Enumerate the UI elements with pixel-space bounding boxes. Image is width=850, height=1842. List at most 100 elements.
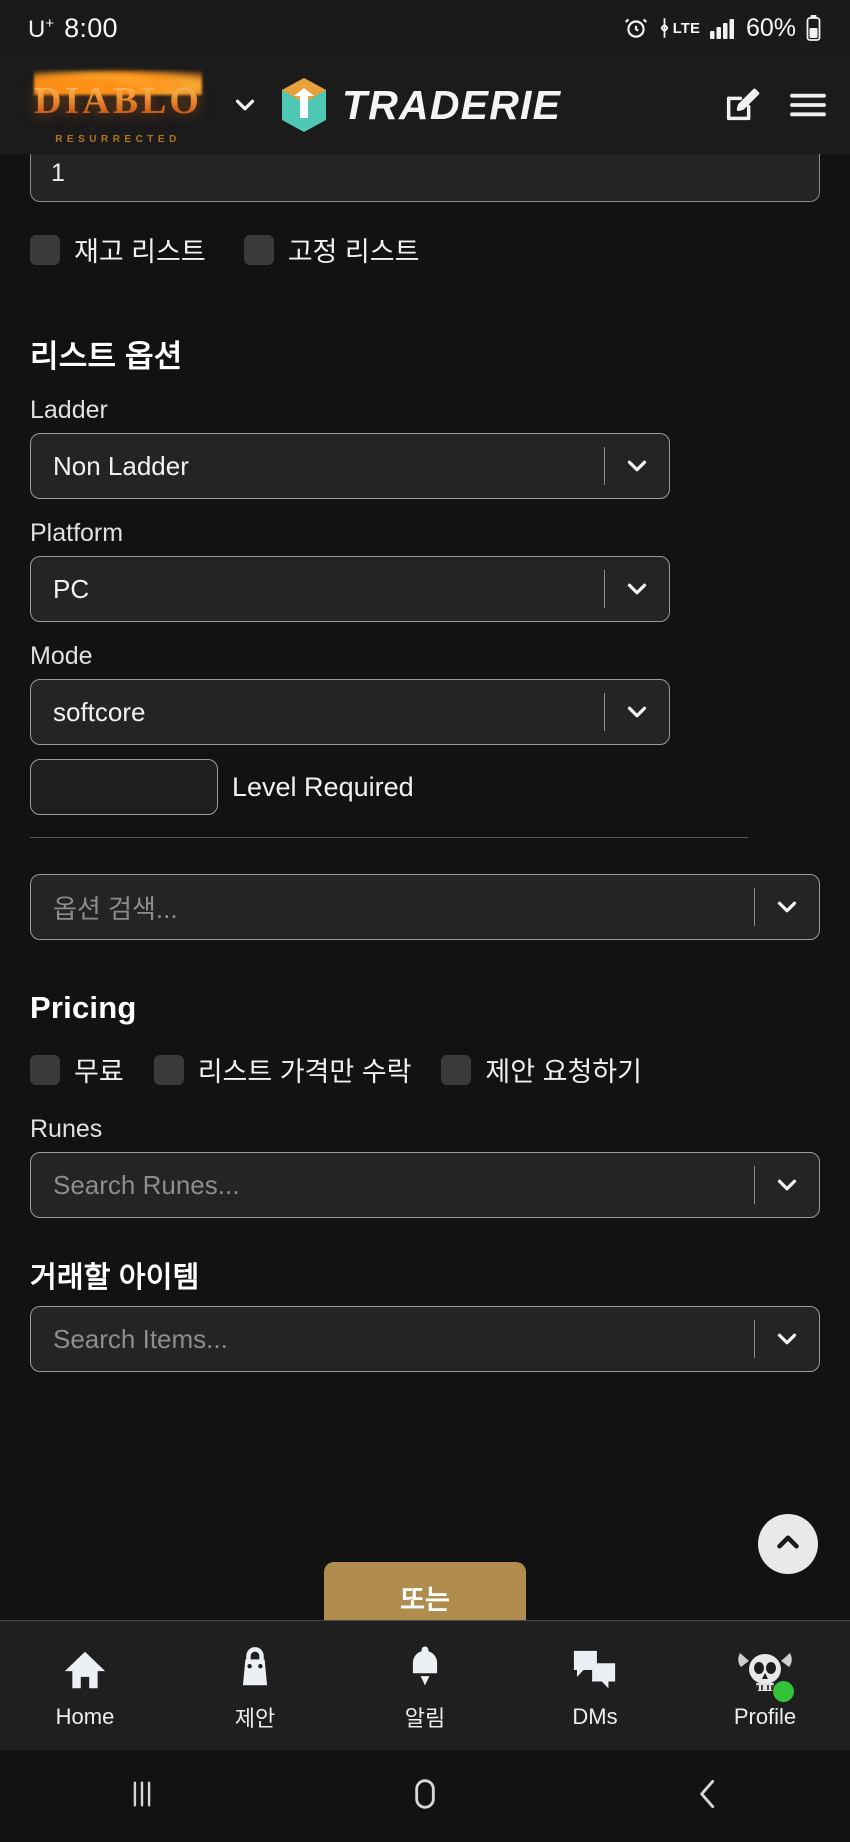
nav-label-notifications: 알림 [404, 1705, 446, 1731]
list-price-only-label: 리스트 가격만 수락 [197, 1057, 412, 1087]
carrier-name: U [28, 15, 46, 43]
checkbox-box [243, 234, 274, 265]
pricing-checkbox-row: 무료 리스트 가격만 수락 제안 요청하기 [30, 1050, 820, 1089]
carrier-plus: + [45, 14, 55, 32]
request-offer-label: 제안 요청하기 [485, 1057, 642, 1087]
list-price-only-checkbox[interactable]: 리스트 가격만 수락 [153, 1050, 412, 1089]
checkbox-box [153, 1054, 184, 1085]
carrier-label: U+ [28, 15, 54, 44]
shopping-bag-icon [232, 1639, 278, 1695]
header-actions [722, 85, 828, 125]
or-button[interactable]: 또는 [324, 1562, 526, 1620]
checkbox-box [30, 1054, 60, 1085]
runes-label: Runes [30, 1115, 103, 1143]
section-divider [30, 837, 748, 838]
chevron-down-icon[interactable] [755, 892, 819, 922]
free-checkbox[interactable]: 무료 [30, 1050, 124, 1089]
list-options-title: 리스트 옵션 [30, 339, 183, 374]
chevron-down-icon[interactable] [605, 697, 669, 727]
signal-bars-icon [709, 16, 737, 40]
trade-items-label: 거래할 아이템 [30, 1262, 200, 1294]
chevron-down-icon[interactable] [755, 1170, 819, 1200]
diablo-2-logo[interactable]: DIABLO RESURRECTED [22, 65, 214, 145]
option-search-placeholder: 옵션 검색... [53, 893, 178, 924]
pricing-title: Pricing [30, 990, 137, 1025]
platform-label: Platform [30, 519, 124, 547]
mode-select[interactable]: softcore [30, 679, 670, 745]
items-search-placeholder: Search Items... [53, 1323, 228, 1354]
chevron-down-icon[interactable] [605, 451, 669, 481]
home-circle-icon [405, 1774, 445, 1819]
nav-label-home: Home [55, 1703, 115, 1729]
alarm-icon [623, 15, 649, 41]
nav-item-notifications[interactable]: 알림 [340, 1639, 510, 1733]
list-type-checkbox-row: 재고 리스트 고정 리스트 [30, 230, 820, 269]
request-offer-checkbox[interactable]: 제안 요청하기 [441, 1050, 642, 1089]
checkbox-box [30, 234, 60, 265]
diablo-wordmark: DIABLO [22, 79, 214, 123]
android-back-button[interactable] [567, 1775, 850, 1818]
level-required-input[interactable] [30, 759, 218, 815]
status-bar-right: LTE 60% [623, 14, 822, 43]
clock-time: 8:00 [64, 12, 118, 43]
battery-percent-label: 60% [745, 13, 796, 42]
quantity-value: 1 [51, 158, 65, 187]
avatar [734, 1642, 796, 1702]
nav-label-dms: DMs [572, 1703, 618, 1729]
battery-icon [805, 14, 822, 42]
platform-value: PC [53, 573, 90, 604]
traderie-brand[interactable]: TRADERIE [278, 76, 561, 134]
chat-bubbles-icon [570, 1642, 620, 1698]
nav-item-offers[interactable]: 제안 [170, 1639, 340, 1733]
runes-search-select[interactable]: Search Runes... [30, 1152, 820, 1218]
bottom-navigation: Home 제안 알림 DMs Profile [0, 1620, 850, 1750]
chevron-down-icon[interactable] [605, 574, 669, 604]
option-search-select[interactable]: 옵션 검색... [30, 874, 820, 940]
fixed-list-label: 고정 리스트 [287, 237, 420, 267]
lte-label: LTE [672, 19, 700, 37]
android-navigation-bar [0, 1750, 850, 1842]
checkbox-box [441, 1054, 472, 1085]
ladder-value: Non Ladder [53, 450, 189, 481]
runes-search-placeholder: Search Runes... [53, 1169, 240, 1200]
mode-label: Mode [30, 642, 93, 670]
status-bar-left: U+ 8:00 [28, 13, 118, 44]
app-header: DIABLO RESURRECTED TRADERIE [0, 56, 850, 154]
fixed-list-checkbox[interactable]: 고정 리스트 [243, 230, 420, 269]
recents-icon [125, 1776, 159, 1817]
level-required-label: Level Required [232, 771, 414, 802]
online-status-badge [773, 1680, 794, 1702]
nav-item-profile[interactable]: Profile [680, 1642, 850, 1730]
traderie-wordmark: TRADERIE [342, 81, 562, 128]
ladder-select[interactable]: Non Ladder [30, 433, 670, 499]
chevron-down-icon[interactable] [755, 1324, 819, 1354]
nav-item-home[interactable]: Home [0, 1642, 170, 1730]
form-scroll-area[interactable]: 1 재고 리스트 고정 리스트 리스트 옵션 Ladder Non Ladder… [0, 154, 850, 1620]
stock-list-label: 재고 리스트 [74, 237, 206, 267]
free-label: 무료 [74, 1057, 124, 1087]
android-recents-button[interactable] [0, 1776, 283, 1817]
mobile-screen: U+ 8:00 LTE 60% DIABLO RESURRECTED TRADE… [0, 0, 850, 1842]
stock-list-checkbox[interactable]: 재고 리스트 [30, 230, 206, 269]
mode-value: softcore [53, 696, 146, 727]
chevron-down-icon[interactable] [230, 90, 260, 120]
level-required-row: Level Required [30, 759, 820, 815]
items-search-select[interactable]: Search Items... [30, 1306, 820, 1372]
nav-label-profile: Profile [733, 1703, 797, 1729]
nav-label-offers: 제안 [234, 1705, 276, 1731]
hamburger-menu-icon[interactable] [788, 88, 828, 122]
resurrected-subtitle: RESURRECTED [55, 134, 181, 145]
home-icon [60, 1642, 110, 1698]
status-bar: U+ 8:00 LTE 60% [0, 0, 850, 56]
traderie-logo-icon [278, 76, 330, 134]
back-chevron-icon [689, 1775, 727, 1818]
quantity-input[interactable]: 1 [30, 154, 820, 202]
nav-item-dms[interactable]: DMs [510, 1642, 680, 1730]
android-home-button[interactable] [283, 1774, 566, 1819]
ladder-label: Ladder [30, 396, 108, 424]
scroll-to-top-button[interactable] [758, 1514, 818, 1574]
compose-icon[interactable] [722, 85, 762, 125]
or-button-label: 또는 [400, 1585, 450, 1615]
platform-select[interactable]: PC [30, 556, 670, 622]
bell-icon [403, 1639, 447, 1695]
